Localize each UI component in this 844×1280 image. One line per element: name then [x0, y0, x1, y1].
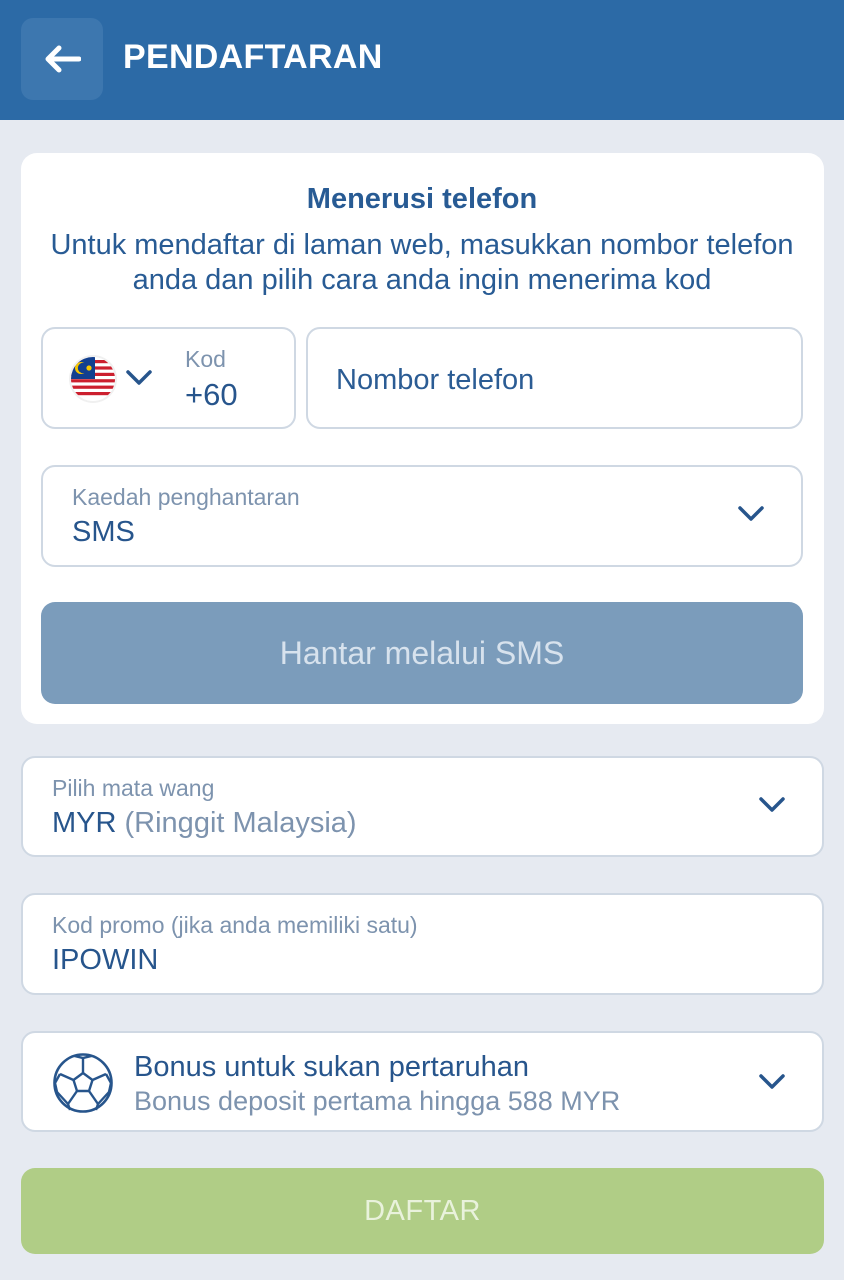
- currency-value: MYR (Ringgit Malaysia): [52, 807, 357, 840]
- country-code-value: +60: [185, 377, 238, 412]
- chevron-down-icon: [738, 506, 764, 521]
- phone-section-description: Untuk mendaftar di laman web, masukkan n…: [50, 229, 794, 296]
- country-code-label: Kod: [185, 346, 226, 372]
- malaysia-flag-icon: [71, 357, 115, 401]
- page-title: PENDAFTARAN: [123, 38, 383, 76]
- promo-code-field[interactable]: Kod promo (jika anda memiliki satu) IPOW…: [21, 893, 824, 995]
- bonus-subtitle: Bonus deposit pertama hingga 588 MYR: [134, 1086, 621, 1116]
- app-header: PENDAFTARAN: [0, 0, 844, 120]
- phone-section-title: Menerusi telefon: [306, 183, 538, 215]
- currency-code: MYR: [52, 807, 117, 839]
- soccer-ball-icon: [53, 1053, 113, 1113]
- chevron-down-icon: [759, 1074, 785, 1089]
- send-sms-button[interactable]: Hantar melalui SMS: [41, 602, 803, 704]
- delivery-method-label: Kaedah penghantaran: [72, 484, 300, 510]
- back-button[interactable]: [21, 18, 103, 100]
- bonus-select[interactable]: Bonus untuk sukan pertaruhan Bonus depos…: [21, 1031, 824, 1132]
- chevron-down-icon: [759, 797, 785, 812]
- delivery-method-value: SMS: [72, 516, 135, 548]
- chevron-down-icon: [126, 370, 152, 385]
- country-code-selector[interactable]: Kod +60: [41, 327, 296, 429]
- phone-number-field[interactable]: [306, 327, 803, 429]
- phone-number-input[interactable]: [336, 359, 776, 401]
- promo-code-value[interactable]: IPOWIN: [52, 944, 158, 977]
- bonus-title: Bonus untuk sukan pertaruhan: [134, 1051, 529, 1083]
- arrow-left-icon: [45, 45, 81, 73]
- currency-label: Pilih mata wang: [52, 775, 215, 801]
- register-button[interactable]: DAFTAR: [21, 1168, 824, 1254]
- promo-code-label: Kod promo (jika anda memiliki satu): [52, 912, 418, 938]
- currency-name: (Ringgit Malaysia): [124, 807, 357, 839]
- delivery-method-select[interactable]: Kaedah penghantaran SMS: [41, 465, 803, 567]
- currency-select[interactable]: Pilih mata wang MYR (Ringgit Malaysia): [21, 756, 824, 857]
